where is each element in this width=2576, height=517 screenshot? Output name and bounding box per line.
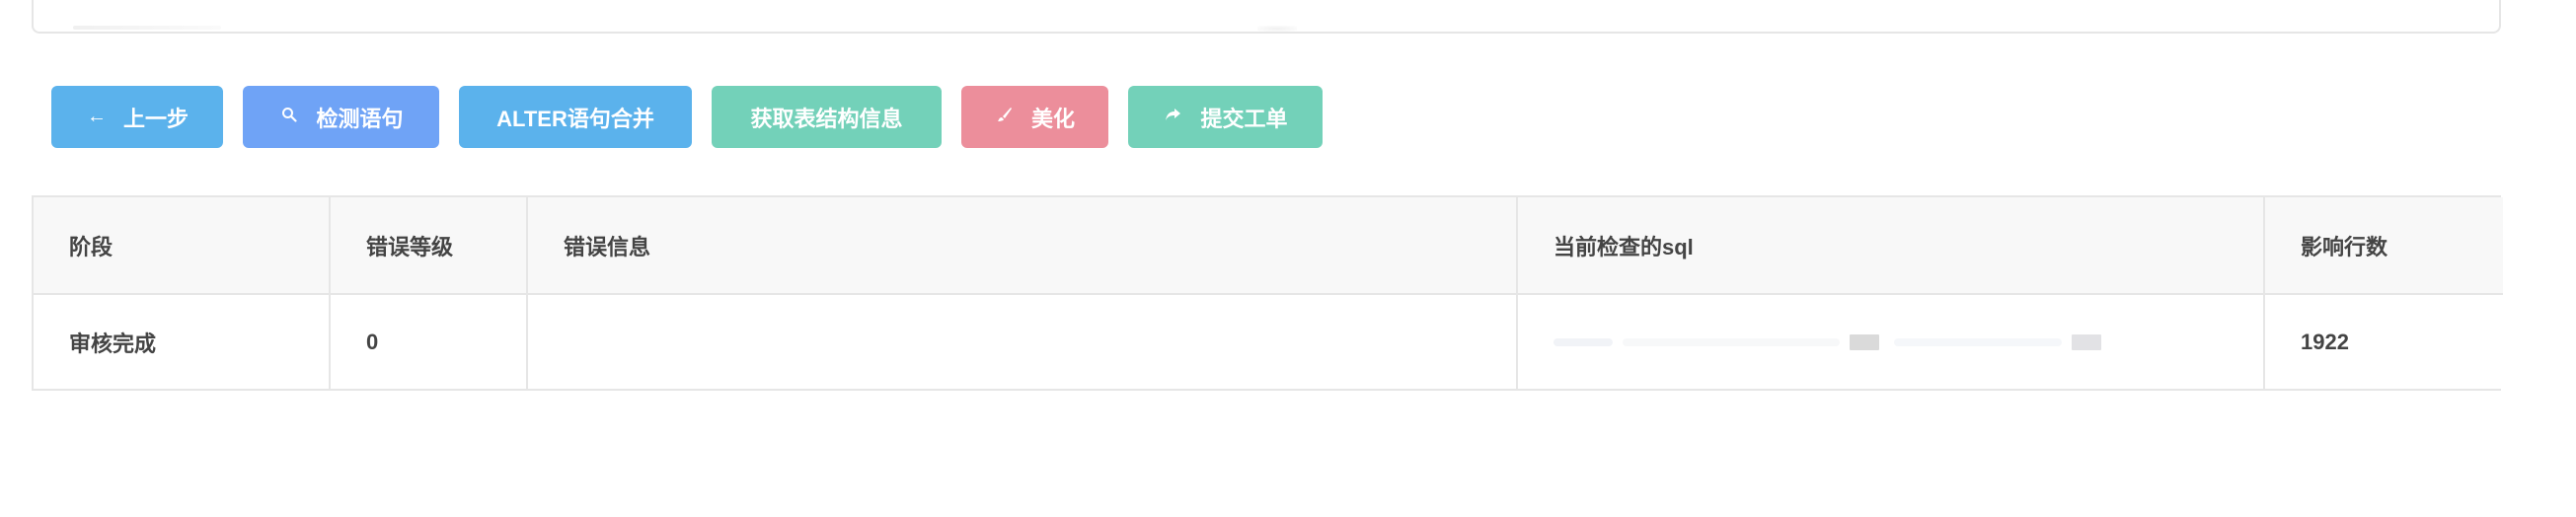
column-header-error-message: 错误信息 <box>527 197 1518 295</box>
table-header-row: 阶段 错误等级 错误信息 当前检查的sql 影响行数 <box>34 197 2503 295</box>
column-header-stage: 阶段 <box>34 197 331 295</box>
action-toolbar: ← 上一步 检测语句 ALTER语句合并 获取表结构信息 美化 提交工单 <box>51 86 1323 148</box>
search-icon <box>278 106 300 128</box>
check-results-table: 阶段 错误等级 错误信息 当前检查的sql 影响行数 审核完成 0 1922 <box>32 195 2503 391</box>
redacted-sql <box>1553 323 2263 362</box>
alter-merge-button[interactable]: ALTER语句合并 <box>459 86 692 148</box>
get-table-structure-button[interactable]: 获取表结构信息 <box>712 86 942 148</box>
beautify-button[interactable]: 美化 <box>961 86 1108 148</box>
column-header-sql: 当前检查的sql <box>1517 197 2265 295</box>
column-header-error-level: 错误等级 <box>330 197 528 295</box>
beautify-label: 美化 <box>1030 106 1075 131</box>
cell-affected-rows: 1922 <box>2301 329 2349 354</box>
cell-stage: 审核完成 <box>34 294 331 389</box>
blurred-content <box>1257 26 1297 32</box>
previous-panel-edge <box>32 0 2501 34</box>
share-arrow-icon <box>1163 106 1184 128</box>
cell-error-message <box>527 294 1518 389</box>
arrow-left-icon: ← <box>86 106 107 127</box>
cell-error-level: 0 <box>330 294 528 389</box>
table-row: 审核完成 0 1922 <box>34 294 2503 389</box>
previous-step-button[interactable]: ← 上一步 <box>51 86 223 148</box>
check-statement-label: 检测语句 <box>316 106 404 131</box>
blurred-content <box>73 26 221 30</box>
submit-ticket-button[interactable]: 提交工单 <box>1128 86 1323 148</box>
alter-merge-label: ALTER语句合并 <box>496 106 654 131</box>
column-header-affected-rows: 影响行数 <box>2264 197 2503 295</box>
get-table-structure-label: 获取表结构信息 <box>750 106 903 131</box>
cell-sql <box>1517 294 2265 389</box>
submit-ticket-label: 提交工单 <box>1200 106 1288 131</box>
brush-icon <box>995 106 1016 129</box>
previous-step-label: 上一步 <box>122 106 189 131</box>
check-statement-button[interactable]: 检测语句 <box>243 86 439 148</box>
